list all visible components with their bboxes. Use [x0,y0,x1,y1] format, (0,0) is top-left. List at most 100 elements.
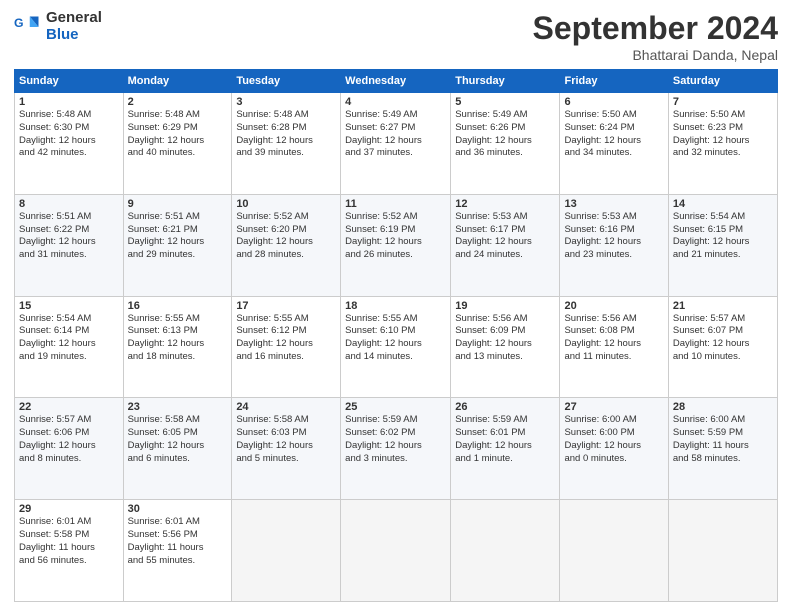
table-row: 2Sunrise: 5:48 AM Sunset: 6:29 PM Daylig… [123,93,232,195]
day-number: 17 [236,300,336,312]
table-row: 20Sunrise: 5:56 AM Sunset: 6:08 PM Dayli… [560,296,668,398]
table-row: 11Sunrise: 5:52 AM Sunset: 6:19 PM Dayli… [341,194,451,296]
table-row: 10Sunrise: 5:52 AM Sunset: 6:20 PM Dayli… [232,194,341,296]
day-info: Sunrise: 5:50 AM Sunset: 6:24 PM Dayligh… [564,109,663,160]
day-number: 20 [564,300,663,312]
day-number: 29 [19,503,119,515]
calendar-week-row: 29Sunrise: 6:01 AM Sunset: 5:58 PM Dayli… [15,500,778,602]
day-info: Sunrise: 6:01 AM Sunset: 5:56 PM Dayligh… [128,516,228,567]
day-info: Sunrise: 5:48 AM Sunset: 6:29 PM Dayligh… [128,109,228,160]
day-info: Sunrise: 5:49 AM Sunset: 6:27 PM Dayligh… [345,109,446,160]
day-number: 4 [345,96,446,108]
table-row: 22Sunrise: 5:57 AM Sunset: 6:06 PM Dayli… [15,398,124,500]
day-number: 1 [19,96,119,108]
day-info: Sunrise: 5:53 AM Sunset: 6:17 PM Dayligh… [455,211,555,262]
day-info: Sunrise: 5:55 AM Sunset: 6:10 PM Dayligh… [345,313,446,364]
day-info: Sunrise: 5:54 AM Sunset: 6:15 PM Dayligh… [673,211,773,262]
table-row: 4Sunrise: 5:49 AM Sunset: 6:27 PM Daylig… [341,93,451,195]
table-row: 15Sunrise: 5:54 AM Sunset: 6:14 PM Dayli… [15,296,124,398]
day-number: 28 [673,401,773,413]
day-info: Sunrise: 5:59 AM Sunset: 6:02 PM Dayligh… [345,414,446,465]
day-number: 18 [345,300,446,312]
day-number: 11 [345,198,446,210]
day-number: 9 [128,198,228,210]
table-row: 12Sunrise: 5:53 AM Sunset: 6:17 PM Dayli… [451,194,560,296]
day-info: Sunrise: 5:56 AM Sunset: 6:09 PM Dayligh… [455,313,555,364]
table-row: 13Sunrise: 5:53 AM Sunset: 6:16 PM Dayli… [560,194,668,296]
day-info: Sunrise: 5:49 AM Sunset: 6:26 PM Dayligh… [455,109,555,160]
table-row: 14Sunrise: 5:54 AM Sunset: 6:15 PM Dayli… [668,194,777,296]
day-info: Sunrise: 5:51 AM Sunset: 6:22 PM Dayligh… [19,211,119,262]
day-number: 5 [455,96,555,108]
day-number: 19 [455,300,555,312]
table-row: 17Sunrise: 5:55 AM Sunset: 6:12 PM Dayli… [232,296,341,398]
day-number: 24 [236,401,336,413]
table-row: 26Sunrise: 5:59 AM Sunset: 6:01 PM Dayli… [451,398,560,500]
col-thursday: Thursday [451,70,560,93]
table-row: 27Sunrise: 6:00 AM Sunset: 6:00 PM Dayli… [560,398,668,500]
day-number: 10 [236,198,336,210]
col-tuesday: Tuesday [232,70,341,93]
table-row [232,500,341,602]
day-number: 3 [236,96,336,108]
day-number: 21 [673,300,773,312]
day-info: Sunrise: 5:55 AM Sunset: 6:13 PM Dayligh… [128,313,228,364]
day-info: Sunrise: 5:52 AM Sunset: 6:20 PM Dayligh… [236,211,336,262]
day-number: 26 [455,401,555,413]
day-info: Sunrise: 5:56 AM Sunset: 6:08 PM Dayligh… [564,313,663,364]
table-row [668,500,777,602]
table-row: 30Sunrise: 6:01 AM Sunset: 5:56 PM Dayli… [123,500,232,602]
table-row: 5Sunrise: 5:49 AM Sunset: 6:26 PM Daylig… [451,93,560,195]
logo-icon: G [14,13,42,41]
day-info: Sunrise: 5:57 AM Sunset: 6:07 PM Dayligh… [673,313,773,364]
day-number: 16 [128,300,228,312]
day-number: 27 [564,401,663,413]
calendar-week-row: 1Sunrise: 5:48 AM Sunset: 6:30 PM Daylig… [15,93,778,195]
table-row [451,500,560,602]
table-row: 8Sunrise: 5:51 AM Sunset: 6:22 PM Daylig… [15,194,124,296]
calendar: Sunday Monday Tuesday Wednesday Thursday… [14,69,778,602]
title-block: September 2024 Bhattarai Danda, Nepal [533,10,778,63]
day-info: Sunrise: 5:50 AM Sunset: 6:23 PM Dayligh… [673,109,773,160]
table-row [341,500,451,602]
calendar-week-row: 8Sunrise: 5:51 AM Sunset: 6:22 PM Daylig… [15,194,778,296]
day-number: 30 [128,503,228,515]
month-title: September 2024 [533,10,778,47]
table-row: 29Sunrise: 6:01 AM Sunset: 5:58 PM Dayli… [15,500,124,602]
day-info: Sunrise: 5:58 AM Sunset: 6:05 PM Dayligh… [128,414,228,465]
table-row: 23Sunrise: 5:58 AM Sunset: 6:05 PM Dayli… [123,398,232,500]
day-number: 13 [564,198,663,210]
day-info: Sunrise: 5:52 AM Sunset: 6:19 PM Dayligh… [345,211,446,262]
day-info: Sunrise: 5:53 AM Sunset: 6:16 PM Dayligh… [564,211,663,262]
calendar-week-row: 22Sunrise: 5:57 AM Sunset: 6:06 PM Dayli… [15,398,778,500]
table-row: 25Sunrise: 5:59 AM Sunset: 6:02 PM Dayli… [341,398,451,500]
table-row: 24Sunrise: 5:58 AM Sunset: 6:03 PM Dayli… [232,398,341,500]
calendar-header-row: Sunday Monday Tuesday Wednesday Thursday… [15,70,778,93]
table-row: 7Sunrise: 5:50 AM Sunset: 6:23 PM Daylig… [668,93,777,195]
logo: G General Blue [14,10,102,43]
day-info: Sunrise: 5:48 AM Sunset: 6:28 PM Dayligh… [236,109,336,160]
day-number: 23 [128,401,228,413]
day-number: 22 [19,401,119,413]
day-info: Sunrise: 6:00 AM Sunset: 6:00 PM Dayligh… [564,414,663,465]
table-row: 3Sunrise: 5:48 AM Sunset: 6:28 PM Daylig… [232,93,341,195]
day-number: 15 [19,300,119,312]
table-row: 9Sunrise: 5:51 AM Sunset: 6:21 PM Daylig… [123,194,232,296]
page: G General Blue September 2024 Bhattarai … [0,0,792,612]
day-info: Sunrise: 5:58 AM Sunset: 6:03 PM Dayligh… [236,414,336,465]
table-row [560,500,668,602]
day-number: 7 [673,96,773,108]
day-info: Sunrise: 6:00 AM Sunset: 5:59 PM Dayligh… [673,414,773,465]
col-saturday: Saturday [668,70,777,93]
day-number: 2 [128,96,228,108]
day-info: Sunrise: 5:51 AM Sunset: 6:21 PM Dayligh… [128,211,228,262]
table-row: 21Sunrise: 5:57 AM Sunset: 6:07 PM Dayli… [668,296,777,398]
day-info: Sunrise: 5:54 AM Sunset: 6:14 PM Dayligh… [19,313,119,364]
table-row: 6Sunrise: 5:50 AM Sunset: 6:24 PM Daylig… [560,93,668,195]
header: G General Blue September 2024 Bhattarai … [14,10,778,63]
calendar-week-row: 15Sunrise: 5:54 AM Sunset: 6:14 PM Dayli… [15,296,778,398]
col-wednesday: Wednesday [341,70,451,93]
table-row: 16Sunrise: 5:55 AM Sunset: 6:13 PM Dayli… [123,296,232,398]
day-number: 14 [673,198,773,210]
day-info: Sunrise: 5:59 AM Sunset: 6:01 PM Dayligh… [455,414,555,465]
